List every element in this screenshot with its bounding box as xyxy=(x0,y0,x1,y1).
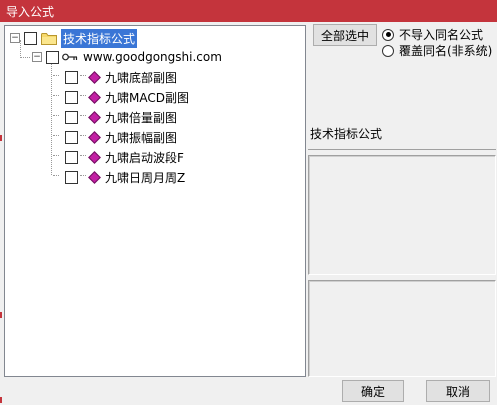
tree-connector xyxy=(53,155,59,159)
tree-node-site[interactable]: − www.goodgongshi.com xyxy=(32,48,224,66)
tree-item-label: 九啸底部副图 xyxy=(105,70,178,85)
item-checkbox[interactable] xyxy=(65,90,78,104)
formula-tree[interactable]: − 技术指标公式 − www.goodgongshi.com 九啸底部副图 九啸… xyxy=(4,25,306,377)
item-checkbox[interactable] xyxy=(65,130,78,144)
tree-connector xyxy=(80,155,86,159)
tree-item-label: 九啸倍量副图 xyxy=(105,110,178,125)
tree-connector xyxy=(80,175,86,179)
tree-item-label: 九啸MACD副图 xyxy=(105,90,189,105)
edge-marker xyxy=(0,135,2,141)
tree-item[interactable]: 九啸MACD副图 xyxy=(51,88,191,106)
category-label: 技术指标公式 xyxy=(310,127,383,141)
formula-icon xyxy=(88,110,101,124)
site-checkbox[interactable] xyxy=(46,50,59,64)
item-checkbox[interactable] xyxy=(65,70,78,84)
title-bar: 导入公式 xyxy=(0,0,497,22)
tree-item-label: 九啸日周月周Z xyxy=(105,170,186,185)
formula-icon xyxy=(88,70,101,84)
tree-item[interactable]: 九啸启动波段F xyxy=(51,148,186,166)
tree-item[interactable]: 九啸底部副图 xyxy=(51,68,179,86)
tree-connector xyxy=(80,115,86,119)
tree-connector xyxy=(53,95,59,99)
tree-connector xyxy=(80,75,86,79)
import-dialog: − 技术指标公式 − www.goodgongshi.com 九啸底部副图 九啸… xyxy=(2,22,497,405)
formula-icon xyxy=(88,150,101,164)
formula-icon xyxy=(88,130,101,144)
tree-item[interactable]: 九啸日周月周Z xyxy=(51,168,187,186)
tree-connector xyxy=(20,57,30,58)
radio-skip-label: 不导入同名公式 xyxy=(399,28,484,42)
formula-icon xyxy=(88,170,101,184)
cancel-button[interactable]: 取消 xyxy=(426,380,490,402)
tree-connector xyxy=(53,175,59,179)
tree-item-label: 九啸振幅副图 xyxy=(105,130,178,145)
tree-connector xyxy=(53,135,59,139)
radio-overwrite-duplicates[interactable]: 覆盖同名(非系统) xyxy=(382,42,492,59)
tree-connector xyxy=(53,115,59,119)
root-checkbox[interactable] xyxy=(24,31,37,45)
select-all-button[interactable]: 全部选中 xyxy=(313,24,377,46)
folder-icon xyxy=(41,32,57,45)
tree-item-label: 九啸启动波段F xyxy=(105,150,184,165)
window-title: 导入公式 xyxy=(6,5,55,19)
tree-node-root[interactable]: − 技术指标公式 xyxy=(10,28,138,48)
item-checkbox[interactable] xyxy=(65,150,78,164)
radio-overwrite-indicator[interactable] xyxy=(382,44,394,57)
tree-connector xyxy=(80,135,86,139)
ok-button[interactable]: 确定 xyxy=(342,380,404,402)
tree-node-site-label: www.goodgongshi.com xyxy=(83,50,222,64)
tree-item[interactable]: 九啸振幅副图 xyxy=(51,128,179,146)
key-icon xyxy=(62,53,78,61)
tree-connector xyxy=(53,75,59,79)
tree-item[interactable]: 九啸倍量副图 xyxy=(51,108,179,126)
formula-icon xyxy=(88,90,101,104)
edge-marker xyxy=(0,397,2,403)
collapse-toggle-icon[interactable]: − xyxy=(32,52,42,62)
formula-description-box xyxy=(308,155,496,275)
radio-skip-duplicates[interactable]: 不导入同名公式 xyxy=(382,26,483,43)
formula-detail-box xyxy=(308,280,496,377)
tree-node-root-label[interactable]: 技术指标公式 xyxy=(61,28,138,48)
item-checkbox[interactable] xyxy=(65,110,78,124)
tree-connector xyxy=(80,95,86,99)
collapse-toggle-icon[interactable]: − xyxy=(10,33,20,43)
edge-marker xyxy=(0,312,2,318)
radio-overwrite-label: 覆盖同名(非系统) xyxy=(399,44,493,58)
radio-skip-indicator[interactable] xyxy=(382,28,394,41)
item-checkbox[interactable] xyxy=(65,170,78,184)
divider xyxy=(308,149,496,150)
